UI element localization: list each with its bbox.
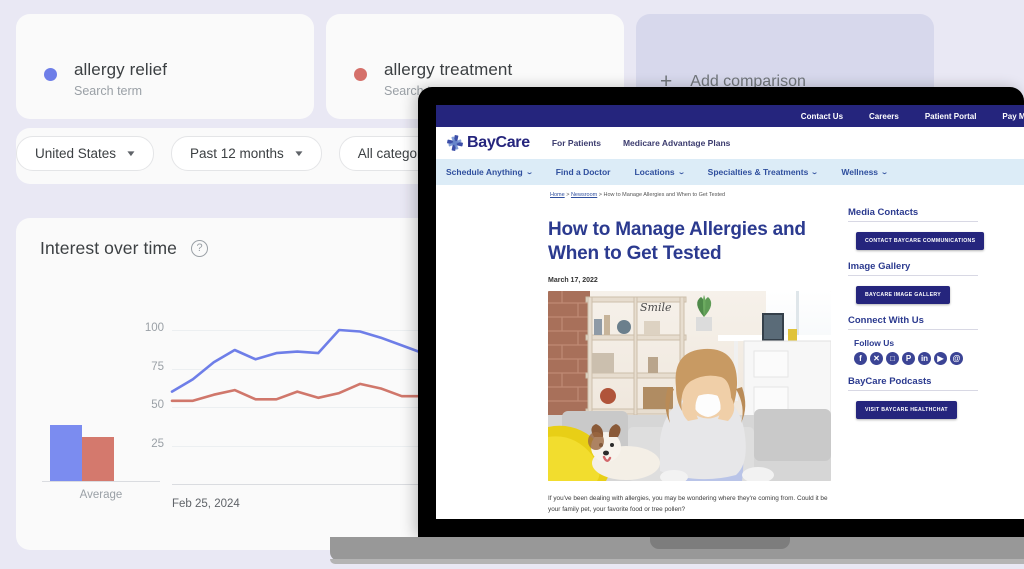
average-bar-allergy-relief xyxy=(50,425,82,481)
article-photo-illustration: Smile xyxy=(548,291,831,482)
laptop-mockup: Contact Us Careers Patient Portal Pay My xyxy=(330,87,1024,569)
series-color-dot-blue xyxy=(44,68,57,81)
article-paragraph: If you've been dealing with allergies, y… xyxy=(548,495,828,514)
subnav-label: Specialties & Treatments xyxy=(707,167,809,177)
article-sidebar: Media Contacts CONTACT BAYCARE COMMUNICA… xyxy=(848,207,985,419)
topnav-pay-my-bill[interactable]: Pay My xyxy=(1002,112,1024,121)
linkedin-icon[interactable]: in xyxy=(918,352,931,365)
baycare-sub-nav: Schedule Anything ⌄ Find a Doctor Locati… xyxy=(436,159,1024,185)
social-icons-row: f ✕ □ Pin ▶ @ xyxy=(854,352,978,365)
search-term-type-1: Search term xyxy=(74,84,143,98)
average-bars xyxy=(50,391,114,481)
breadcrumb-current: How to Manage Allergies and When to Get … xyxy=(603,192,726,198)
search-term-card-1[interactable]: allergy relief Search term xyxy=(16,14,314,119)
breadcrumb-newsroom[interactable]: Newsroom xyxy=(571,192,597,198)
baycare-main-nav: BayCare For Patients Medicare Advantage … xyxy=(436,127,1024,159)
article-date: March 17, 2022 xyxy=(548,277,598,285)
nav-medicare-advantage-plans[interactable]: Medicare Advantage Plans xyxy=(623,138,730,148)
filter-timerange-label: Past 12 months xyxy=(189,146,284,161)
subnav-schedule-anything[interactable]: Schedule Anything ⌄ xyxy=(446,167,534,177)
laptop-screen: Contact Us Careers Patient Portal Pay My xyxy=(436,105,1024,519)
contact-baycare-communications-button[interactable]: CONTACT BAYCARE COMMUNICATIONS xyxy=(856,232,985,250)
nav-for-patients[interactable]: For Patients xyxy=(552,138,601,148)
breadcrumb: Home > Newsroom > How to Manage Allergie… xyxy=(550,192,725,198)
average-bar-allergy-treatment xyxy=(82,436,114,481)
chevron-down-icon: ▼ xyxy=(292,149,305,158)
baycare-image-gallery-button[interactable]: BAYCARE IMAGE GALLERY xyxy=(856,286,950,304)
subnav-wellness[interactable]: Wellness ⌄ xyxy=(841,167,889,177)
chevron-down-icon: ⌄ xyxy=(677,169,686,176)
sidebar-heading-connect-with-us: Connect With Us xyxy=(848,315,978,330)
interest-over-time-header: Interest over time ? xyxy=(40,238,208,259)
breadcrumb-sep: > xyxy=(566,192,570,198)
x-twitter-icon[interactable]: ✕ xyxy=(870,352,883,365)
visit-baycare-healthchat-button[interactable]: VISIT BAYCARE HEALTHCHAT xyxy=(856,401,957,419)
series-color-dot-red xyxy=(354,68,367,81)
help-icon[interactable]: ? xyxy=(191,240,208,257)
baycare-page-body: Home > Newsroom > How to Manage Allergie… xyxy=(436,185,1024,519)
subnav-label: Locations xyxy=(634,167,675,177)
subnav-find-a-doctor[interactable]: Find a Doctor xyxy=(556,167,611,177)
topnav-contact-us[interactable]: Contact Us xyxy=(801,112,843,121)
sidebar-heading-baycare-podcasts: BayCare Podcasts xyxy=(848,376,978,391)
youtube-icon[interactable]: ▶ xyxy=(934,352,947,365)
chevron-down-icon: ⌄ xyxy=(525,169,534,176)
filters-row: United States ▼ Past 12 months ▼ All cat… xyxy=(16,136,477,171)
facebook-icon[interactable]: f xyxy=(854,352,867,365)
instagram-icon[interactable]: □ xyxy=(886,352,899,365)
baycare-logo[interactable]: BayCare xyxy=(446,134,530,152)
pinterest-icon[interactable]: P xyxy=(902,352,915,365)
sidebar-heading-media-contacts: Media Contacts xyxy=(848,207,978,222)
chevron-down-icon: ⌄ xyxy=(810,169,819,176)
filter-location[interactable]: United States ▼ xyxy=(16,136,154,171)
subnav-label: Find a Doctor xyxy=(555,167,611,177)
article-title: How to Manage Allergies and When to Get … xyxy=(548,219,806,264)
threads-icon[interactable]: @ xyxy=(950,352,963,365)
subnav-label: Schedule Anything xyxy=(446,167,523,177)
article-column: How to Manage Allergies and When to Get … xyxy=(548,218,844,516)
topnav-patient-portal[interactable]: Patient Portal xyxy=(925,112,977,121)
subnav-label: Wellness xyxy=(841,167,879,177)
chevron-down-icon: ⌄ xyxy=(880,169,889,176)
baycare-utility-nav: Contact Us Careers Patient Portal Pay My xyxy=(436,105,1024,127)
subnav-locations[interactable]: Locations ⌄ xyxy=(634,167,686,177)
search-term-label-2: allergy treatment xyxy=(384,60,513,79)
laptop-base-lip xyxy=(330,559,1024,564)
section-title: Interest over time xyxy=(40,238,177,258)
svg-text:Smile: Smile xyxy=(640,301,672,314)
baycare-cross-icon xyxy=(447,135,463,151)
article-photo: Smile xyxy=(548,291,831,482)
chevron-down-icon: ▼ xyxy=(125,149,137,158)
follow-us-label: Follow Us xyxy=(854,338,895,348)
search-term-label-1: allergy relief xyxy=(74,60,168,79)
breadcrumb-home[interactable]: Home xyxy=(550,192,565,198)
laptop-bezel: Contact Us Careers Patient Portal Pay My xyxy=(418,87,1024,537)
subnav-specialties-treatments[interactable]: Specialties & Treatments ⌄ xyxy=(707,167,819,177)
filter-timerange[interactable]: Past 12 months ▼ xyxy=(170,136,322,171)
baycare-logo-text: BayCare xyxy=(467,134,530,151)
sidebar-heading-image-gallery: Image Gallery xyxy=(848,261,978,276)
topnav-careers[interactable]: Careers xyxy=(869,112,899,121)
breadcrumb-sep: > xyxy=(598,192,602,198)
filter-location-label: United States xyxy=(35,146,117,161)
laptop-base-notch xyxy=(650,537,790,549)
